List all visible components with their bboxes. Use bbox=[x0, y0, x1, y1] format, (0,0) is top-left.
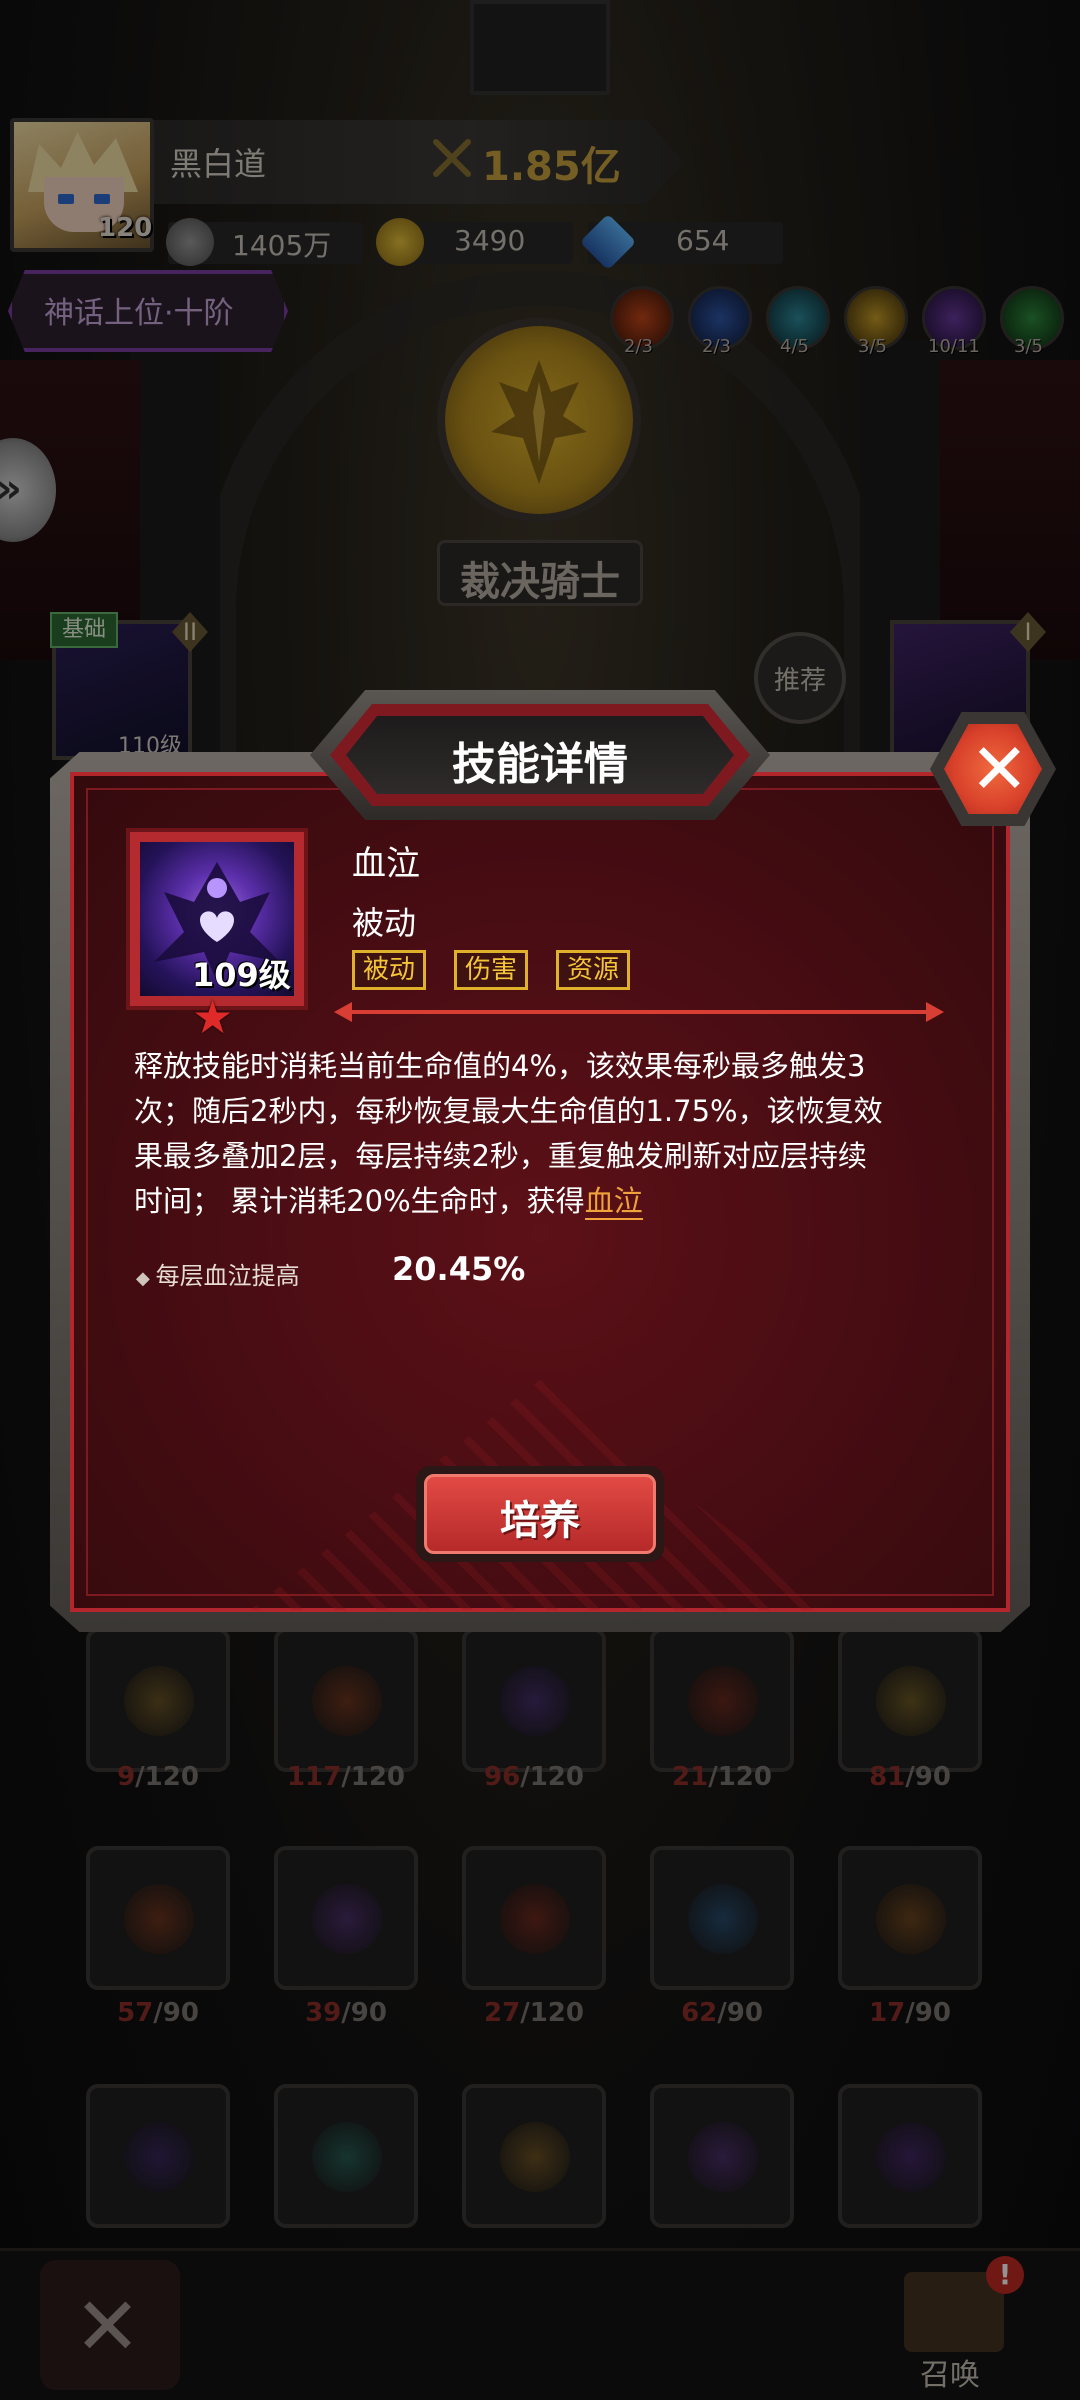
skill-type: 被动 bbox=[352, 904, 417, 942]
star-icon: ★ bbox=[192, 990, 234, 1044]
skill-tag-damage: 伤害 bbox=[454, 950, 529, 990]
train-button-label[interactable]: 培养 bbox=[424, 1488, 656, 1546]
stat-value: 20.45% bbox=[392, 1250, 526, 1288]
stat-label-text: 每层血泣提高 bbox=[155, 1262, 300, 1290]
skill-description: 释放技能时消耗当前生命值的4%，该效果每秒最多触发3 次；随后2秒内，每秒恢复最… bbox=[134, 1044, 954, 1224]
divider-arrow bbox=[338, 1010, 938, 1014]
description-line: 释放技能时消耗当前生命值的4%，该效果每秒最多触发3 bbox=[134, 1049, 866, 1083]
description-line: 时间； 累计消耗20%生命时，获得血泣 bbox=[134, 1179, 954, 1224]
description-line-text: 时间； 累计消耗20%生命时，获得 bbox=[134, 1184, 585, 1218]
arrow-head-left-icon bbox=[334, 1002, 352, 1022]
skill-name: 血泣 bbox=[352, 844, 420, 884]
description-line: 次；随后2秒内，每秒恢复最大生命值的1.75%，该恢复效 bbox=[134, 1094, 883, 1128]
diamond-bullet-icon: ◆ bbox=[136, 1268, 156, 1289]
stat-label: ◆ 每层血泣提高 bbox=[136, 1256, 300, 1291]
skill-tag-passive: 被动 bbox=[352, 950, 427, 990]
skill-keyword-link[interactable]: 血泣 bbox=[584, 1184, 643, 1220]
modal-title: 技能详情 bbox=[452, 739, 628, 790]
description-line: 果最多叠加2层，每层持续2秒，重复触发刷新对应层持续 bbox=[134, 1139, 867, 1173]
arrow-head-right-icon bbox=[926, 1002, 944, 1022]
skill-tag-resource: 资源 bbox=[556, 950, 631, 990]
close-icon[interactable]: ✕ bbox=[970, 728, 1029, 810]
